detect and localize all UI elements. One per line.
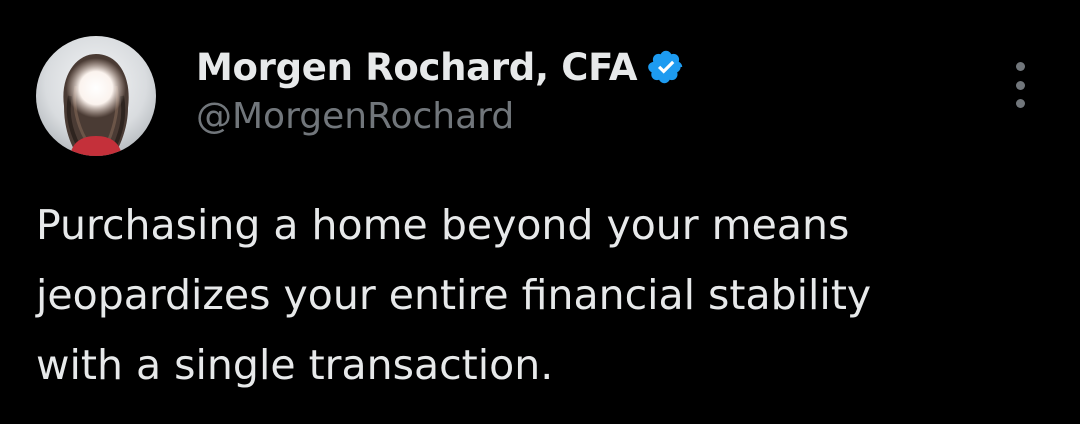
more-dot [1015, 62, 1025, 71]
author-name-row: Morgen Rochard, CFA [196, 42, 685, 92]
tweet-text: Purchasing a home beyond your means jeop… [36, 190, 1056, 400]
author-display-name[interactable]: Morgen Rochard, CFA [196, 46, 638, 89]
more-dot [1015, 80, 1025, 90]
tweet: Morgen Rochard, CFA @MorgenRochard Purch… [0, 0, 1080, 424]
author-handle[interactable]: @MorgenRochard [196, 96, 514, 137]
avatar[interactable] [36, 36, 156, 156]
more-options-icon[interactable] [1004, 62, 1036, 108]
more-dot [1015, 99, 1025, 108]
tweet-text-line: with a single transaction. [36, 341, 554, 389]
tweet-text-line: jeopardizes your entire financial stabil… [36, 271, 872, 319]
avatar-image [36, 36, 156, 156]
verified-badge-icon[interactable] [647, 48, 685, 86]
tweet-text-line: Purchasing a home beyond your means [36, 201, 850, 249]
